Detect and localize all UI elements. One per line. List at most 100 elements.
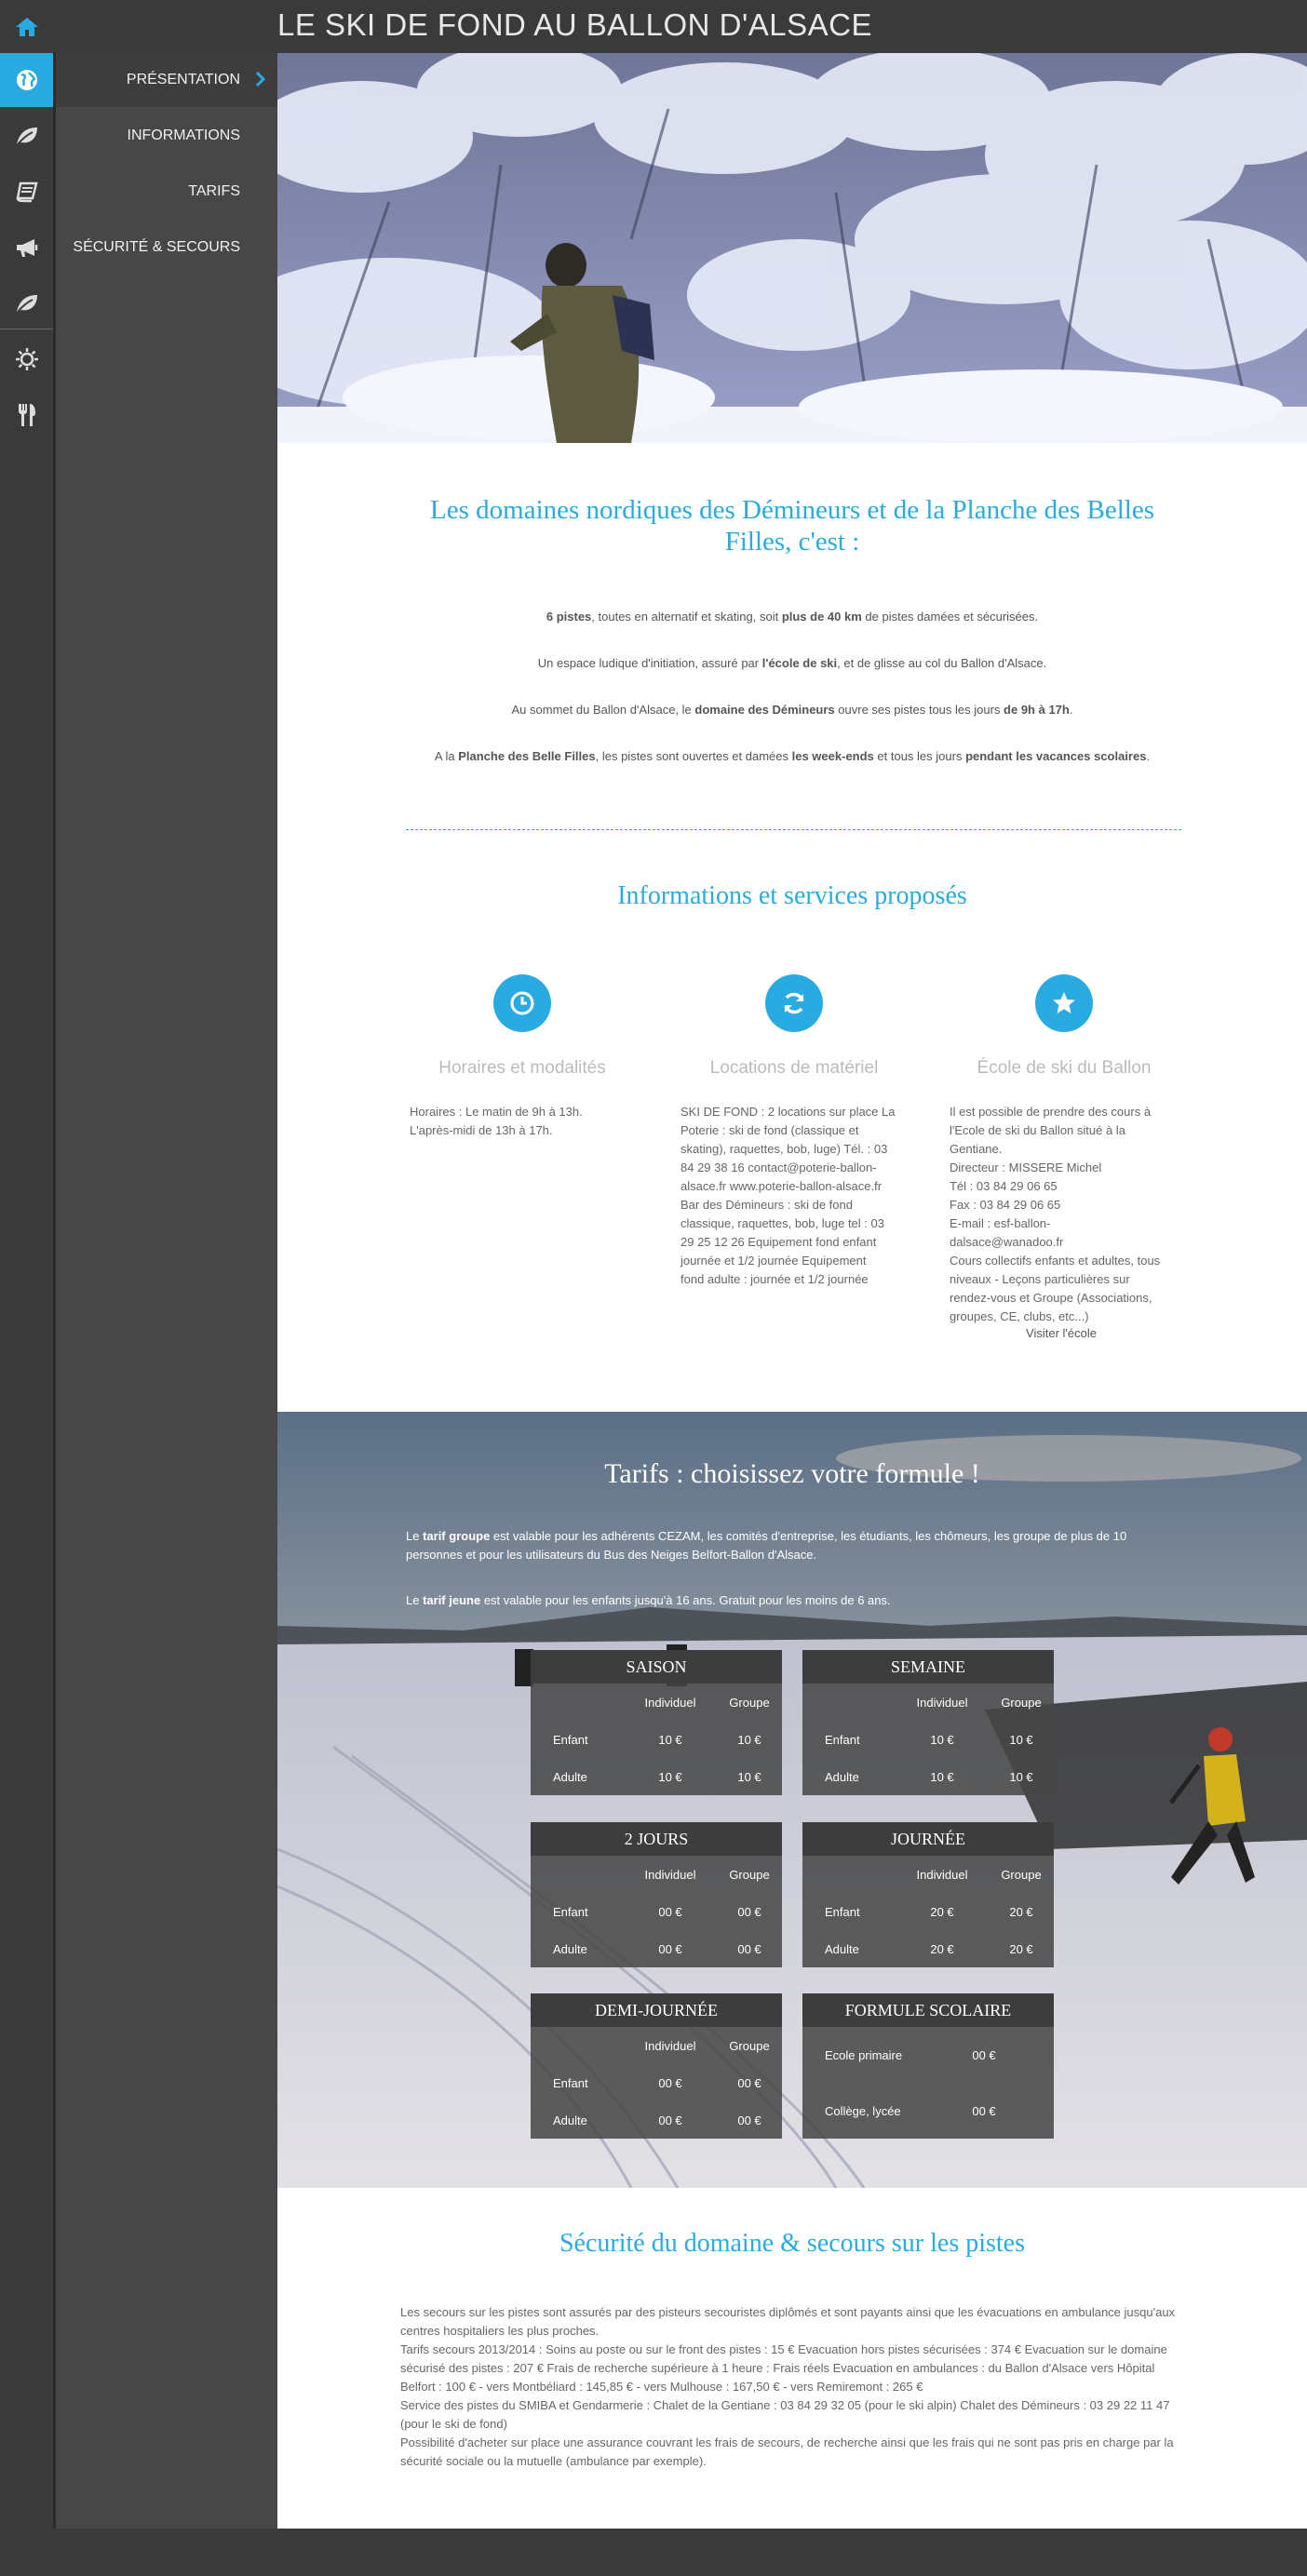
tarif-card-saison: SAISON Individuel Groupe Enfant 10 € 10 € A… (531, 1650, 782, 1795)
intro-paragraph: Un espace ludique d'initiation, assuré p… (537, 656, 1047, 670)
top-bar: LE SKI DE FOND AU BALLON D'ALSACE (0, 0, 1307, 53)
cutlery-icon (18, 404, 35, 426)
row-label: Adulte (825, 1769, 859, 1784)
securite-paragraph: Possibilité d'acheter sur place une assu… (400, 2435, 1174, 2468)
col-header: Groupe (729, 1867, 770, 1882)
bullhorn-icon (16, 239, 37, 257)
col-header: Individuel (916, 1695, 968, 1710)
tarif-card-title: SAISON (531, 1650, 782, 1684)
col-header: Groupe (1001, 1695, 1042, 1710)
sidebar: PRÉSENTATION INFORMATIONS TARIFS SÉCURIT… (56, 53, 277, 2529)
col-header: Individuel (916, 1867, 968, 1882)
securite-paragraph: Service des pistes du SMIBA et Gendarmer… (400, 2398, 1170, 2431)
row-label: Adulte (553, 2113, 587, 2127)
row-label: Collège, lycée (825, 2103, 901, 2118)
price: 00 € (972, 2047, 996, 2062)
price: 00 € (737, 1941, 761, 1956)
col-header: Individuel (644, 1867, 696, 1882)
services-title: Informations et services proposés (617, 881, 967, 910)
refresh-icon (784, 992, 804, 1014)
emphasis: plus de 40 km (781, 610, 862, 624)
row-label: Ecole primaire (825, 2047, 903, 2062)
price: 20 € (1009, 1904, 1033, 1919)
home-icon (15, 17, 38, 36)
main-content: Les domaines nordiques des Démineurs et … (277, 53, 1307, 2529)
price: 00 € (737, 1904, 761, 1919)
price: 10 € (658, 1732, 682, 1747)
emphasis: Planche des Belle Filles (458, 749, 596, 763)
securite-title: Sécurité du domaine & secours sur les pi… (559, 2229, 1025, 2258)
tarif-card-title: 2 JOURS (531, 1822, 782, 1856)
tarifs-title: Tarifs : choisissez votre formule ! (604, 1458, 980, 1489)
leaf-icon (16, 295, 37, 313)
tarif-card-title: SEMAINE (802, 1650, 1054, 1684)
sidebar-item-tarifs[interactable]: TARIFS (56, 165, 277, 219)
sidebar-icon-securite[interactable] (0, 221, 53, 275)
price: 00 € (658, 1941, 682, 1956)
globe-icon (16, 70, 37, 90)
tarif-card-demi-journee: DEMI-JOURNÉE Individuel Groupe Enfant 00 €… (531, 1993, 782, 2139)
row-label: Enfant (553, 2075, 588, 2090)
row-label: Enfant (825, 1904, 860, 1919)
service-text: SKI DE FOND : 2 locations sur place La P… (680, 1105, 896, 1286)
price: 20 € (1009, 1941, 1033, 1956)
price: 20 € (930, 1904, 954, 1919)
emphasis: les week-ends (791, 749, 874, 763)
sun-icon (15, 348, 38, 370)
price: 10 € (1009, 1732, 1033, 1747)
emphasis: tarif groupe (423, 1529, 491, 1543)
emphasis: de 9h à 17h (1004, 703, 1070, 717)
tarif-card-2-jours: 2 JOURS Individuel Groupe Enfant 00 €00 € … (531, 1822, 782, 1967)
sidebar-item-label: TARIFS (188, 183, 240, 199)
service-icon (765, 974, 823, 1032)
sidebar-icon-presentation[interactable] (0, 53, 53, 107)
emphasis: l'école de ski (761, 656, 838, 670)
emphasis: 6 pistes (546, 610, 592, 624)
securite-paragraph: Tarifs secours 2013/2014 : Soins au post… (400, 2342, 1167, 2394)
tarif-card-journee: JOURNÉE Individuel Groupe Enfant 20 €20 € … (802, 1822, 1054, 1967)
row-label: Enfant (553, 1732, 588, 1747)
tarif-card-semaine: SEMAINE Individuel Groupe Enfant 10 €10 € … (802, 1650, 1054, 1795)
price: 10 € (658, 1769, 682, 1784)
col-header: Individuel (644, 2038, 696, 2053)
price: 00 € (658, 2075, 682, 2090)
sidebar-icon-meteo[interactable] (0, 332, 53, 386)
emphasis: domaine des Démineurs (694, 703, 835, 717)
price: 00 € (737, 2113, 761, 2127)
sidebar-icon-tarifs[interactable] (0, 165, 53, 219)
sidebar-item-label: SÉCURITÉ & SECOURS (73, 239, 240, 255)
sidebar-item-securite[interactable]: SÉCURITÉ & SECOURS (56, 221, 277, 275)
price: 10 € (930, 1769, 954, 1784)
col-header: Groupe (729, 1695, 770, 1710)
price: 20 € (930, 1941, 954, 1956)
icon-bar (0, 53, 55, 2576)
sidebar-icon-informations[interactable] (0, 109, 53, 163)
tarif-card-title: JOURNÉE (802, 1822, 1054, 1856)
service-icon (1035, 974, 1093, 1032)
home-button[interactable] (0, 0, 53, 53)
price: 10 € (930, 1732, 954, 1747)
service-title: Horaires et modalités (438, 1058, 606, 1078)
leaf-icon (16, 127, 37, 145)
row-label: Adulte (825, 1941, 859, 1956)
star-icon (1053, 992, 1075, 1013)
tarif-card-title: DEMI-JOURNÉE (531, 1993, 782, 2027)
service-title: École de ski du Ballon (977, 1058, 1152, 1078)
sidebar-item-informations[interactable]: INFORMATIONS (56, 109, 277, 163)
sidebar-icon-restauration[interactable] (0, 388, 53, 442)
service-title: Locations de matériel (709, 1058, 879, 1078)
sidebar-icon-nature[interactable] (0, 276, 53, 330)
price: 00 € (658, 2113, 682, 2127)
col-header: Individuel (644, 1695, 696, 1710)
visit-school-link[interactable]: Visiter l'école (950, 1326, 1173, 1340)
book-icon (15, 181, 38, 203)
row-label: Adulte (553, 1941, 587, 1956)
sidebar-item-label: PRÉSENTATION (126, 72, 240, 87)
col-header: Groupe (1001, 1867, 1042, 1882)
sidebar-item-presentation[interactable]: PRÉSENTATION (56, 53, 277, 107)
emphasis: pendant les vacances scolaires (965, 749, 1147, 763)
tarif-note: Le tarif jeune est valable pour les enfa… (406, 1593, 891, 1607)
row-label: Adulte (553, 1769, 587, 1784)
service-text: Horaires : Le matin de 9h à 13h. L'après… (410, 1105, 583, 1137)
chevron-right-icon (255, 71, 266, 87)
